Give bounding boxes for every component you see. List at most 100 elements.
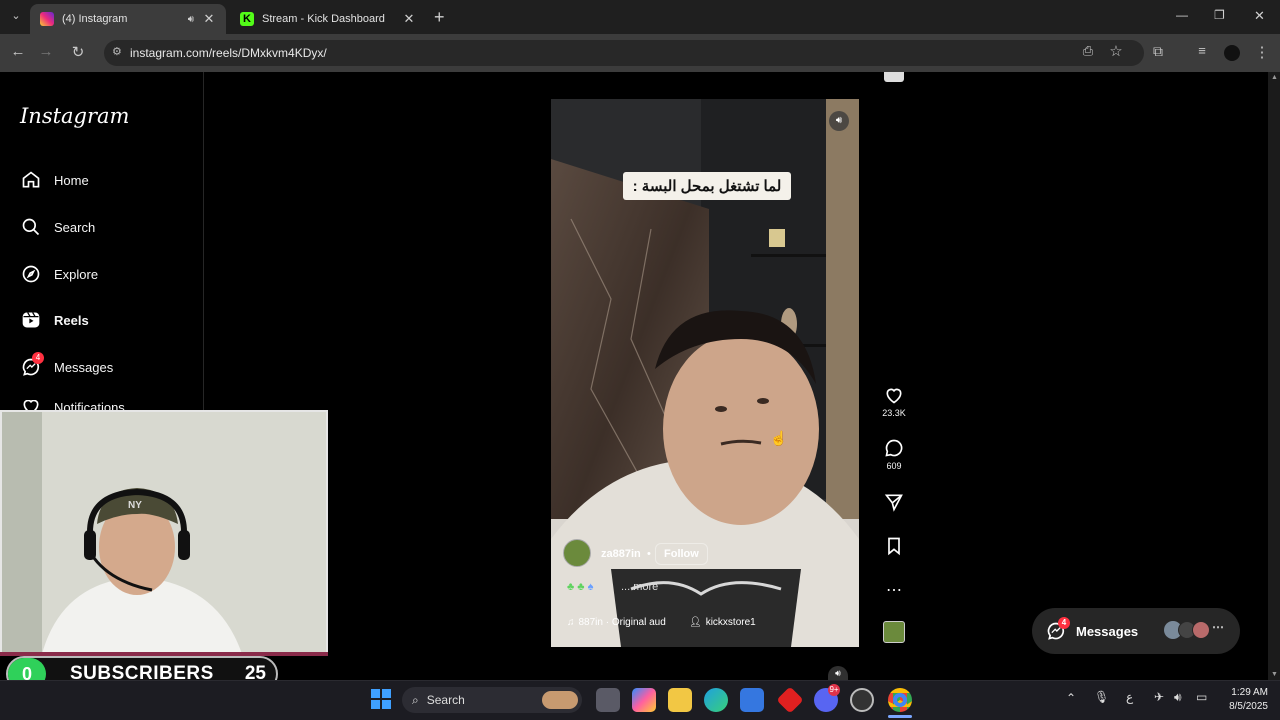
new-tab-button[interactable]: + xyxy=(434,7,445,28)
edge-icon[interactable] xyxy=(704,688,728,712)
volume-icon[interactable]: 🔊︎ xyxy=(1174,690,1182,705)
discord-icon[interactable]: 9+ xyxy=(814,684,840,712)
tab-search-icon[interactable]: ⌄ xyxy=(6,9,26,22)
sidebar-item-explore[interactable]: Explore xyxy=(20,260,98,288)
kick-favicon-icon: K xyxy=(240,12,254,26)
home-icon xyxy=(20,169,42,191)
instagram-favicon-icon xyxy=(40,12,54,26)
search-highlight-image xyxy=(542,691,578,709)
previous-reel-thumbnail[interactable] xyxy=(884,72,904,82)
like-action[interactable]: 23.3K xyxy=(880,385,908,418)
webcam-overlay: NY xyxy=(0,410,328,656)
mouse-cursor-icon: ☝ xyxy=(770,430,788,446)
author-avatar[interactable] xyxy=(563,539,591,567)
discord-badge: 9+ xyxy=(828,684,840,696)
tab-kick-dashboard[interactable]: K Stream - Kick Dashboard ✕ xyxy=(230,4,426,34)
reels-icon xyxy=(20,309,42,331)
sidebar-item-home[interactable]: Home xyxy=(20,166,89,194)
url-text: instagram.com/reels/DMxkvm4KDyx/ xyxy=(130,46,327,60)
back-icon[interactable]: ← xyxy=(8,43,28,60)
obs-icon[interactable] xyxy=(850,688,874,712)
compass-icon xyxy=(20,263,42,285)
music-note-icon: ♫ xyxy=(567,616,575,628)
messenger-icon: 4 xyxy=(20,352,44,378)
send-icon xyxy=(884,494,903,512)
tagged-user[interactable]: 👤︎ kickxstore1 xyxy=(689,613,756,631)
tagged-username: kickxstore1 xyxy=(705,616,756,628)
close-tab-icon[interactable]: ✕ xyxy=(202,11,216,27)
start-button[interactable] xyxy=(371,689,391,709)
forward-icon[interactable]: → xyxy=(36,43,56,60)
avatar xyxy=(1192,621,1210,639)
store-icon[interactable] xyxy=(740,688,764,712)
tab-title: (4) Instagram xyxy=(62,13,128,25)
install-app-icon[interactable]: ⎙ xyxy=(1078,43,1098,59)
bookmark-star-icon[interactable]: ☆ xyxy=(1106,42,1126,60)
reload-icon[interactable]: ↻ xyxy=(68,43,88,61)
instagram-logo[interactable]: Instagram xyxy=(20,104,129,128)
network-icon[interactable]: ✈︎ xyxy=(1154,690,1164,704)
sidebar-item-label: Messages xyxy=(54,359,114,375)
more-icon: ⋯ xyxy=(1212,620,1224,634)
messages-pill-label: Messages xyxy=(1076,623,1139,639)
messages-pill[interactable]: 4 Messages ⋯ xyxy=(1032,608,1240,654)
search-icon xyxy=(20,216,42,238)
profile-avatar[interactable] xyxy=(1224,45,1240,61)
microphone-icon[interactable]: 🎙︎ xyxy=(1094,690,1109,704)
audio-thumbnail[interactable] xyxy=(883,621,905,643)
close-window-button[interactable]: ✕ xyxy=(1254,8,1265,24)
sidebar-item-search[interactable]: Search xyxy=(20,213,95,241)
tray-overflow-icon[interactable]: ⌃ xyxy=(1066,691,1076,705)
tab-instagram[interactable]: (4) Instagram 🔊︎ ✕ xyxy=(30,4,226,34)
search-icon: ⌕ xyxy=(412,692,419,707)
speaker-icon[interactable]: 🔊︎ xyxy=(188,14,194,25)
clock-date: 8/5/2025 xyxy=(1229,701,1268,712)
taskbar-clock[interactable]: 1:29 AM 8/5/2025 xyxy=(1218,686,1268,714)
sidebar-item-label: Reels xyxy=(54,312,89,328)
more-caption-link[interactable]: ... more xyxy=(621,581,658,593)
messenger-icon: 4 xyxy=(1046,617,1070,641)
page-scrollbar[interactable]: ▲ ▼ xyxy=(1268,72,1280,680)
menu-icon[interactable]: ⋮ xyxy=(1252,43,1272,61)
battery-icon[interactable]: ▭ xyxy=(1196,690,1207,704)
restore-button[interactable]: ❐ xyxy=(1214,8,1225,22)
author-username[interactable]: za887in xyxy=(601,548,641,560)
media-controls-icon[interactable]: ≡ xyxy=(1192,43,1212,58)
extensions-icon[interactable]: ⧉ xyxy=(1148,43,1168,60)
close-tab-icon[interactable]: ✕ xyxy=(402,11,416,27)
webcam-video: NY xyxy=(2,412,326,654)
sidebar-item-label: Search xyxy=(54,219,96,235)
heart-icon xyxy=(886,388,902,404)
comment-count: 609 xyxy=(886,461,902,471)
tab-title: Stream - Kick Dashboard xyxy=(262,13,385,25)
taskbar-search[interactable]: ⌕ Search xyxy=(402,687,582,713)
copilot-icon[interactable] xyxy=(632,688,656,712)
keyboard-language[interactable]: ع xyxy=(1126,690,1133,704)
next-reel-audio-icon[interactable]: 🔊︎ xyxy=(828,666,848,680)
sidebar-item-messages[interactable]: 4 Messages xyxy=(20,352,114,381)
save-action[interactable] xyxy=(880,536,908,556)
reel-caption-overlay: لما تشتغل بمحل البسة : xyxy=(623,172,791,200)
file-explorer-icon[interactable] xyxy=(668,688,692,712)
site-settings-icon[interactable]: ⚙ xyxy=(112,45,122,58)
comment-icon xyxy=(885,439,903,457)
dot-separator: • xyxy=(647,548,651,560)
more-options-icon[interactable]: ⋯ xyxy=(880,580,908,600)
task-view-icon[interactable] xyxy=(596,688,620,712)
comment-action[interactable]: 609 xyxy=(880,438,908,471)
share-action[interactable] xyxy=(880,492,908,512)
chrome-icon[interactable] xyxy=(888,688,912,712)
audio-label: 887in · Original aud xyxy=(578,616,666,628)
audio-toggle-icon[interactable]: 🔊︎ xyxy=(829,111,849,131)
messages-pill-badge: 4 xyxy=(1058,617,1070,629)
audio-attribution[interactable]: ♫ 887in · Original aud xyxy=(567,613,666,631)
address-bar[interactable]: ⚙ instagram.com/reels/DMxkvm4KDyx/ xyxy=(104,40,1144,66)
person-icon: 👤︎ xyxy=(689,616,702,628)
taskbar-search-placeholder: Search xyxy=(426,693,465,707)
like-count: 23.3K xyxy=(882,408,906,418)
emoji-strip: ♣ ♣ ♠ xyxy=(567,581,594,593)
minimize-button[interactable]: — xyxy=(1176,8,1188,22)
follow-button[interactable]: Follow xyxy=(655,543,708,565)
active-app-indicator xyxy=(888,715,912,718)
sidebar-item-reels[interactable]: Reels xyxy=(20,306,89,334)
